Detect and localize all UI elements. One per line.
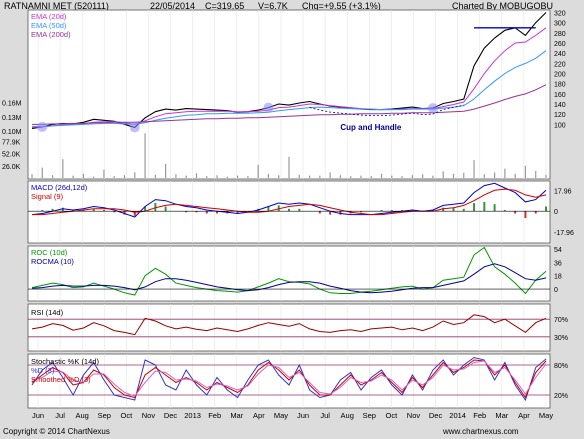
- price-y-tick: 320: [554, 11, 566, 18]
- x-tick-label: May: [539, 411, 553, 420]
- stoch-y-tick: 20%: [554, 393, 568, 400]
- volume-y-tick: 52.0K: [2, 152, 21, 159]
- x-tick-label: Aug: [341, 411, 354, 420]
- price-y-tick: 300: [554, 21, 566, 28]
- copyright-text: Copyright © 2014 ChartNexus: [3, 427, 110, 436]
- x-tick-label: Jun: [297, 411, 309, 420]
- cup-and-handle-annotation: Cup and Handle: [340, 123, 401, 132]
- price-y-tick: 260: [554, 41, 566, 48]
- stoch-legend-entry: Stochastic %K (14d): [31, 357, 99, 366]
- roc-legend-entry: ROC (10d): [31, 248, 68, 257]
- x-tick-label: Oct: [121, 411, 134, 420]
- x-tick-label: Feb: [473, 411, 486, 420]
- x-tick-label: Nov: [407, 411, 421, 420]
- price-y-tick: 140: [554, 102, 566, 109]
- roc-y-tick: 18: [554, 274, 562, 281]
- x-tick-label: Feb: [208, 411, 221, 420]
- x-tick-label: Dec: [164, 411, 178, 420]
- volume-y-tick: 26.0K: [2, 164, 21, 171]
- price-y-tick: 180: [554, 82, 566, 89]
- roc-panel: [27, 245, 551, 302]
- roc-legend-entry: ROCMA (10): [31, 257, 74, 266]
- volume-y-tick: 0.13M: [2, 115, 22, 122]
- price-legend-entry: EMA (50d): [31, 21, 67, 30]
- macd-legend-entry: Signal (9): [31, 192, 64, 201]
- x-tick-label: Sep: [98, 411, 111, 420]
- x-tick-label: Aug: [75, 411, 88, 420]
- volume-y-tick: 0.16M: [2, 101, 22, 108]
- x-tick-label: Apr: [253, 411, 265, 420]
- rsi-panel: [27, 303, 551, 352]
- support-circle: [129, 122, 140, 133]
- x-tick-label: Jun: [32, 411, 44, 420]
- x-tick-label: 2014: [449, 411, 466, 420]
- price-legend-entry: EMA (20d): [31, 12, 67, 21]
- volume-y-tick: 0.10M: [2, 129, 22, 136]
- macd-y-tick: -17.96: [554, 230, 574, 237]
- roc-y-tick: 36: [554, 260, 562, 267]
- price-y-tick: 280: [554, 31, 566, 38]
- technical-chart: Jun Jul Aug Sep Oct Nov Dec 2013 Feb Mar Apr May Jun…: [2, 9, 574, 420]
- x-tick-label: May: [274, 411, 288, 420]
- rsi-y-tick: 30%: [554, 335, 568, 342]
- macd-y-tick: 0: [554, 209, 558, 216]
- x-tick-label: Mar: [495, 411, 508, 420]
- stoch-y-tick: 80%: [554, 363, 568, 370]
- price-legend-entry: EMA (200d): [31, 30, 71, 39]
- x-tick-label: Sep: [363, 411, 376, 420]
- price-y-tick: 100: [554, 122, 566, 129]
- price-y-tick: 240: [554, 51, 566, 58]
- roc-y-tick: 0: [554, 287, 558, 294]
- price-panel: [27, 9, 551, 180]
- x-tick-label: Mar: [230, 411, 243, 420]
- x-tick-label: Apr: [518, 411, 530, 420]
- price-y-tick: 120: [554, 112, 566, 119]
- rsi-legend-entry: RSI (14d): [31, 308, 64, 317]
- x-tick-label: Dec: [429, 411, 443, 420]
- x-tick-label: 2013: [184, 411, 201, 420]
- volume-y-tick: 77.9K: [2, 139, 21, 146]
- price-y-tick: 200: [554, 72, 566, 79]
- rsi-y-tick: 70%: [554, 317, 568, 324]
- x-tick-label: Jul: [320, 411, 330, 420]
- macd-panel: [27, 180, 551, 244]
- price-y-tick: 220: [554, 61, 566, 68]
- x-tick-label: Jul: [55, 411, 65, 420]
- support-circle: [263, 102, 274, 113]
- roc-y-tick: 54: [554, 247, 562, 254]
- support-circle: [427, 103, 438, 114]
- website-text: www.chartnexus.com: [443, 427, 519, 436]
- macd-y-tick: 17.96: [554, 188, 572, 195]
- stoch-legend-entry: Smoothed %D (3): [31, 375, 91, 384]
- support-circle: [37, 121, 48, 132]
- macd-legend-entry: MACD (26d,12d): [31, 183, 88, 192]
- x-tick-label: Oct: [386, 411, 399, 420]
- copyright-footer: Copyright © 2014 ChartNexus www.chartnex…: [3, 427, 519, 436]
- price-y-tick: 160: [554, 92, 566, 99]
- stoch-legend-entry: %D (3): [31, 366, 55, 375]
- x-tick-label: Nov: [142, 411, 156, 420]
